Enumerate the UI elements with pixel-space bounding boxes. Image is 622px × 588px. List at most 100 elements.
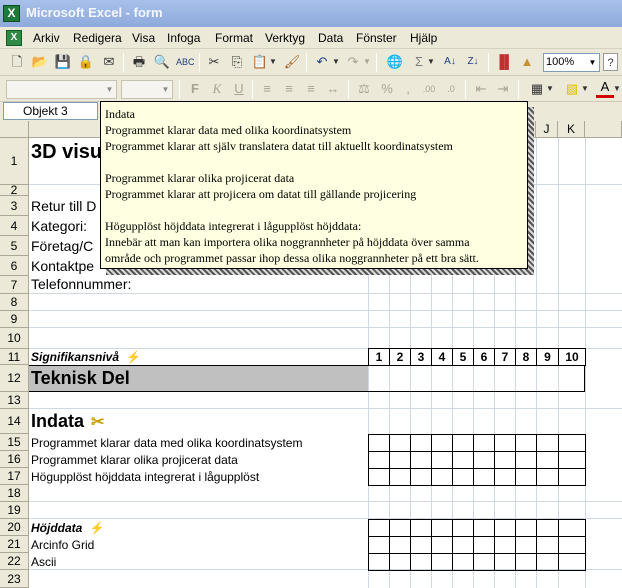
rating-input[interactable] <box>515 451 537 469</box>
rating-input[interactable] <box>431 451 453 469</box>
redo-dropdown-icon[interactable]: ▼ <box>362 53 372 71</box>
menu-fonster[interactable]: Fönster <box>356 31 397 45</box>
rating-cell[interactable]: 4 <box>431 348 453 366</box>
undo-icon[interactable]: ↶ <box>313 53 331 71</box>
row-header[interactable]: 15 <box>0 434 29 451</box>
criterion-coordinate-systems[interactable]: Programmet klarar data med olika koordin… <box>31 436 302 450</box>
rating-input[interactable] <box>494 553 516 571</box>
company-label[interactable]: Företag/C <box>31 238 93 254</box>
rating-input[interactable] <box>452 451 474 469</box>
rating-cell[interactable]: 1 <box>368 348 390 366</box>
fill-color-dropdown-icon[interactable]: ▼ <box>580 80 590 98</box>
rating-input[interactable] <box>473 553 495 571</box>
name-box[interactable]: Objekt 3 <box>3 102 98 120</box>
column-header-j[interactable]: J <box>536 121 558 138</box>
rating-input[interactable] <box>558 468 586 486</box>
autosum-dropdown-icon[interactable]: ▼ <box>426 53 436 71</box>
menu-visa[interactable]: Visa <box>132 31 155 45</box>
row-header[interactable]: 10 <box>0 328 29 349</box>
rating-input[interactable] <box>389 536 411 554</box>
rating-input[interactable] <box>410 553 432 571</box>
row-header[interactable]: 16 <box>0 451 29 468</box>
comma-style-icon[interactable]: , <box>399 80 417 98</box>
increase-indent-icon[interactable]: ⇥ <box>494 80 512 98</box>
fill-color-icon[interactable]: ▧ <box>563 80 581 98</box>
menu-verktyg[interactable]: Verktyg <box>265 31 305 45</box>
row-header[interactable]: 17 <box>0 468 29 485</box>
row-header[interactable]: 13 <box>0 392 29 409</box>
contact-label[interactable]: Kontaktpe <box>31 258 94 274</box>
rating-input[interactable] <box>558 451 586 469</box>
menu-format[interactable]: Format <box>215 31 253 45</box>
rating-input[interactable] <box>494 536 516 554</box>
rating-input[interactable] <box>558 553 586 571</box>
rating-input[interactable] <box>494 451 516 469</box>
percent-icon[interactable]: % <box>378 80 396 98</box>
rating-input[interactable] <box>431 536 453 554</box>
merge-center-icon[interactable]: ↔ <box>324 80 342 98</box>
rating-input[interactable] <box>515 434 537 452</box>
font-color-icon[interactable]: A <box>596 80 614 98</box>
criterion-projected-data[interactable]: Programmet klarar olika projicerat data <box>31 453 238 467</box>
underline-icon[interactable]: U <box>230 80 248 98</box>
rating-input[interactable] <box>515 519 537 537</box>
rating-input[interactable] <box>494 468 516 486</box>
row-header[interactable]: 9 <box>0 311 29 328</box>
align-right-icon[interactable]: ≡ <box>302 80 320 98</box>
indata-section[interactable]: Indata ✂ <box>31 411 104 432</box>
rating-input[interactable] <box>536 451 559 469</box>
row-header[interactable]: 7 <box>0 276 29 294</box>
rating-input[interactable] <box>389 553 411 571</box>
elevation-section[interactable]: Höjddata ⚡ <box>31 521 105 535</box>
currency-icon[interactable]: ⚖ <box>355 80 373 98</box>
rating-input[interactable] <box>473 451 495 469</box>
row-header[interactable]: 19 <box>0 502 29 519</box>
format-painter-icon[interactable]: 🖌 <box>283 53 301 71</box>
font-size-select[interactable]: ▼ <box>121 80 173 99</box>
cut-icon[interactable]: ✂ <box>205 53 223 71</box>
drawing-icon[interactable]: ▲ <box>518 53 536 71</box>
return-label[interactable]: Retur till D <box>31 198 96 214</box>
spelling-icon[interactable]: ABC <box>176 53 195 71</box>
rating-input[interactable] <box>558 434 586 452</box>
italic-icon[interactable]: K <box>208 80 226 98</box>
phone-label[interactable]: Telefonnummer: <box>31 276 131 292</box>
rating-input[interactable] <box>536 434 559 452</box>
row-header[interactable]: 2 <box>0 184 29 196</box>
rating-cell[interactable]: 3 <box>410 348 432 366</box>
row-header[interactable]: 22 <box>0 553 29 570</box>
rating-input[interactable] <box>473 434 495 452</box>
rating-cell[interactable]: 9 <box>536 348 559 366</box>
paste-icon[interactable]: 📋 <box>251 53 269 71</box>
row-header[interactable]: 20 <box>0 519 29 536</box>
rating-input[interactable] <box>368 536 390 554</box>
decrease-decimal-icon[interactable]: .0 <box>442 80 460 98</box>
row-header[interactable]: 1 <box>0 138 29 185</box>
rating-input[interactable] <box>410 519 432 537</box>
email-icon[interactable]: ✉ <box>100 53 118 71</box>
rating-input[interactable] <box>431 468 453 486</box>
rating-input[interactable] <box>536 519 559 537</box>
copy-icon[interactable]: ⎘ <box>228 53 246 71</box>
column-header-k[interactable]: K <box>558 121 585 138</box>
rating-input[interactable] <box>368 451 390 469</box>
rating-input[interactable] <box>452 434 474 452</box>
rating-input[interactable] <box>515 468 537 486</box>
align-left-icon[interactable]: ≡ <box>258 80 276 98</box>
bold-icon[interactable]: F <box>186 80 204 98</box>
font-color-dropdown-icon[interactable]: ▼ <box>613 80 621 98</box>
chart-wizard-icon[interactable]: ▐▌ <box>495 53 513 71</box>
row-header[interactable]: 21 <box>0 536 29 553</box>
chevron-down-icon[interactable]: ▼ <box>103 81 116 98</box>
significance-label[interactable]: Signifikansnivå ⚡ <box>31 350 141 364</box>
column-header[interactable] <box>585 121 622 138</box>
rating-input[interactable] <box>389 451 411 469</box>
rating-input[interactable] <box>515 536 537 554</box>
rating-cell[interactable]: 8 <box>515 348 537 366</box>
borders-icon[interactable]: ▦ <box>528 80 546 98</box>
permission-icon[interactable]: 🔒 <box>77 53 95 71</box>
increase-decimal-icon[interactable]: .00 <box>420 80 438 98</box>
rating-input[interactable] <box>515 553 537 571</box>
row-header[interactable]: 5 <box>0 236 29 256</box>
help-icon[interactable]: ? <box>603 53 618 71</box>
